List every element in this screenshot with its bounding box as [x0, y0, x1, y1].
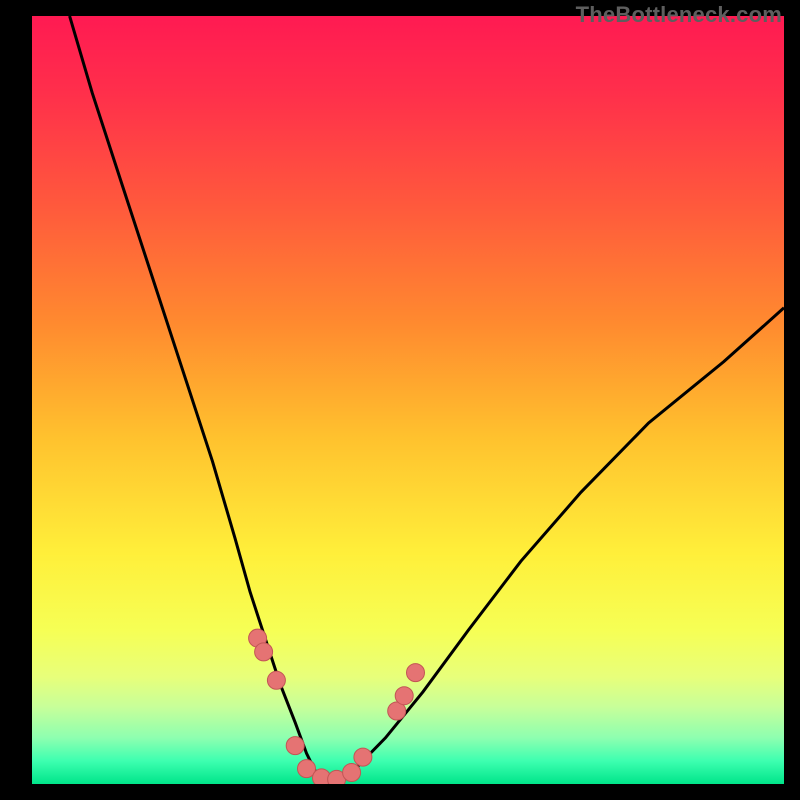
curve-markers [249, 629, 425, 784]
bottleneck-curve [70, 16, 784, 780]
data-marker [267, 671, 285, 689]
chart-frame: TheBottleneck.com [0, 0, 800, 800]
data-marker [407, 664, 425, 682]
plot-area [32, 16, 784, 784]
curve-layer [32, 16, 784, 784]
data-marker [395, 687, 413, 705]
data-marker [286, 737, 304, 755]
watermark-text: TheBottleneck.com [576, 2, 782, 28]
data-marker [354, 748, 372, 766]
data-marker [255, 643, 273, 661]
data-marker [343, 764, 361, 782]
